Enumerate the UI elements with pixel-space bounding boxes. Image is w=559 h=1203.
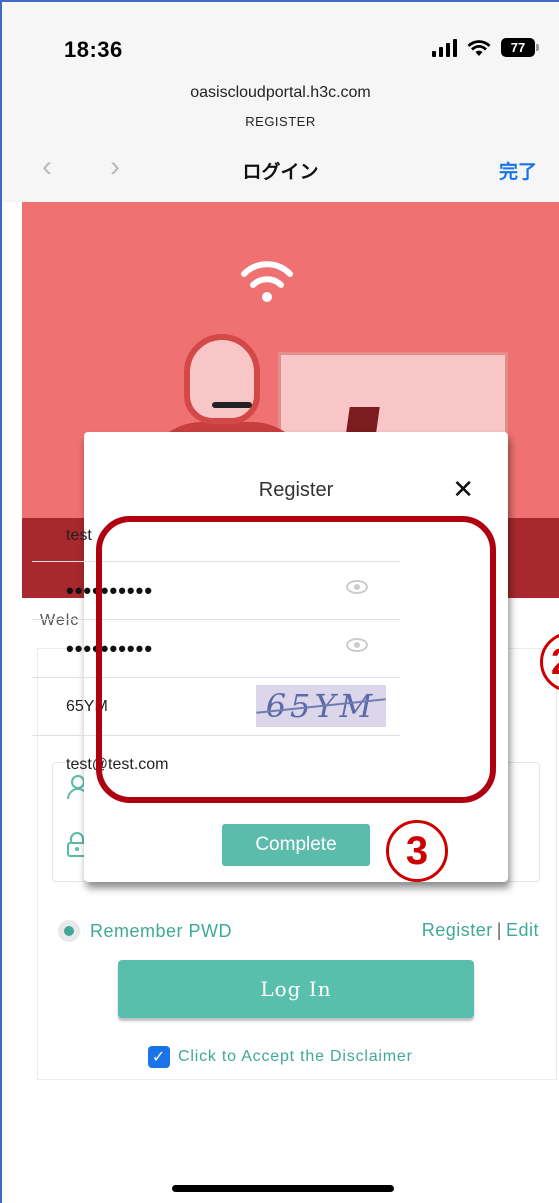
eye-icon[interactable] — [346, 638, 368, 652]
email-input[interactable]: test@test.com — [32, 736, 400, 794]
username-value: test — [66, 526, 92, 544]
dialog-title: Register — [258, 479, 334, 501]
close-icon[interactable]: ✕ — [452, 474, 474, 505]
password-input[interactable]: •••••••••• — [32, 562, 400, 620]
password-value: •••••••••• — [66, 577, 154, 603]
eye-icon[interactable] — [346, 580, 368, 594]
phone-frame: 18:36 77 oasiscloudportal.h3c.com REGIST… — [0, 0, 559, 1203]
captcha-input-value: 65YM — [66, 697, 108, 715]
username-input[interactable]: test — [32, 510, 400, 562]
annotation-step-3: 3 — [386, 820, 448, 882]
complete-button[interactable]: Complete — [222, 824, 370, 866]
captcha-input[interactable]: 65YM 65YM — [32, 678, 400, 736]
captcha-image[interactable]: 65YM — [256, 685, 386, 727]
email-value: test@test.com — [66, 756, 169, 773]
modal-overlay: Register ✕ test •••••••••• •••••••••• 65… — [2, 2, 559, 1203]
home-indicator — [172, 1185, 394, 1192]
confirm-password-input[interactable]: •••••••••• — [32, 620, 400, 678]
confirm-password-value: •••••••••• — [66, 635, 154, 661]
